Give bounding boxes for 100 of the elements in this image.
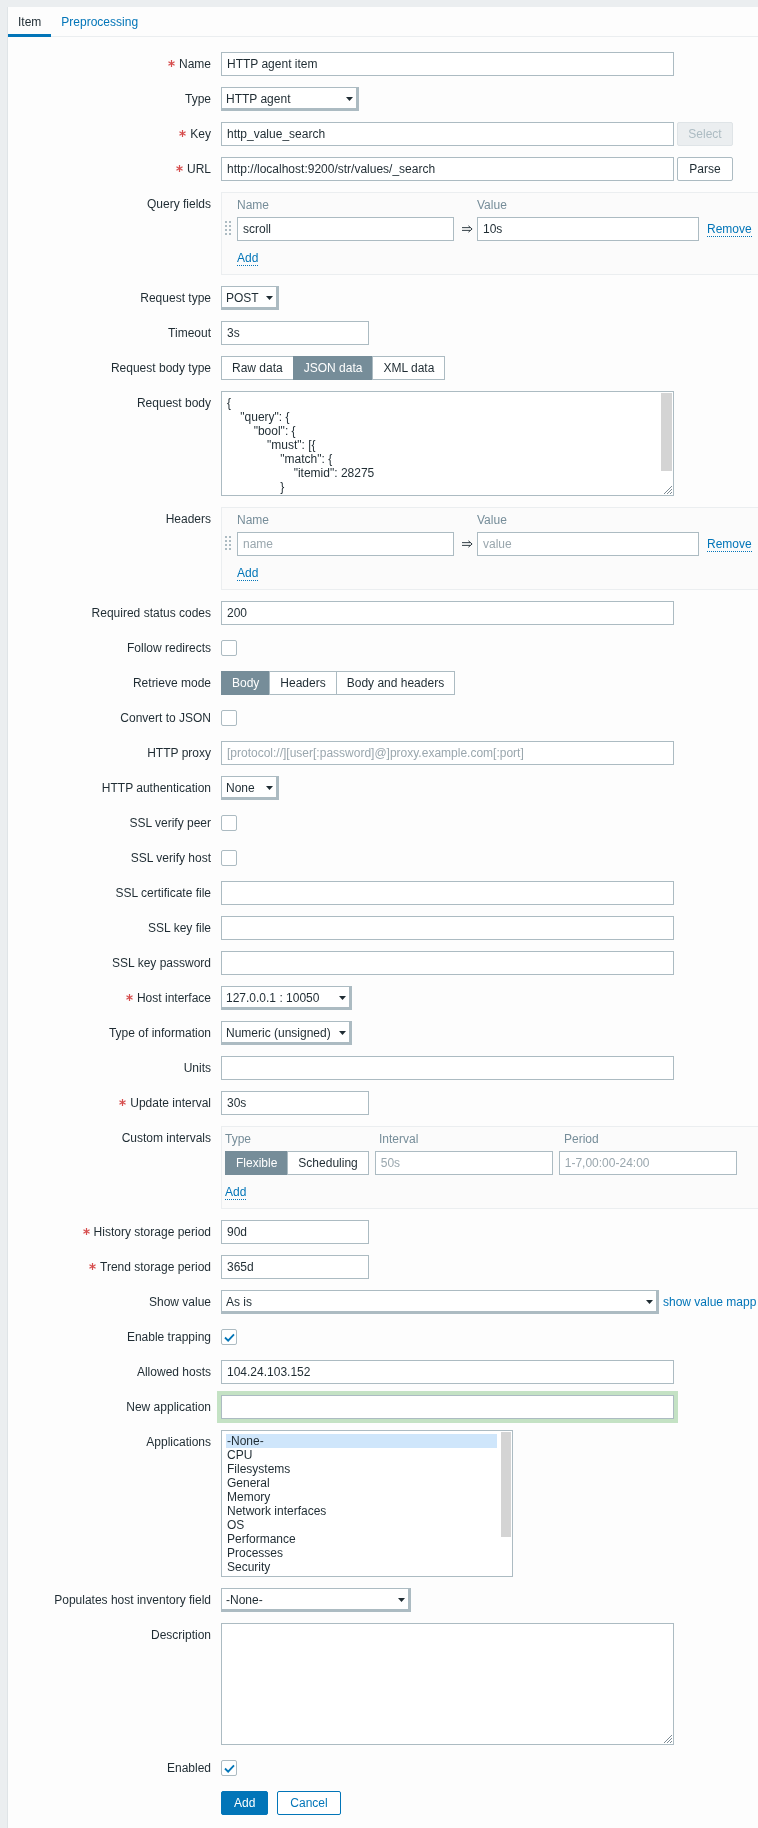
field-label: Name <box>179 57 211 71</box>
field-label: Request body type <box>110 361 211 375</box>
link[interactable]: show value mapp <box>663 1295 757 1309</box>
drag-handle-icon[interactable] <box>225 220 231 238</box>
toggle-button[interactable]: Scheduling <box>287 1151 369 1175</box>
list-option[interactable]: OS <box>226 1518 497 1532</box>
caret-icon <box>339 1031 346 1035</box>
field-label: Follow redirects <box>126 641 211 655</box>
field-label: Description <box>150 1628 211 1642</box>
list-option[interactable]: Performance <box>226 1532 497 1546</box>
checkbox[interactable] <box>221 710 237 726</box>
required-icon <box>89 1263 97 1270</box>
input-field[interactable]: 30s <box>221 1091 369 1115</box>
input-field[interactable]: 1-7,00:00-24:00 <box>558 1151 737 1175</box>
add-link[interactable]: Add <box>237 566 259 581</box>
input-field[interactable]: 104.24.103.152 <box>221 1360 674 1384</box>
field-label: Populates host inventory field <box>54 1593 211 1607</box>
add-link[interactable]: Add <box>225 1185 247 1200</box>
field-label: Retrieve mode <box>132 676 211 690</box>
remove-link[interactable]: Remove <box>707 536 752 552</box>
dropdown[interactable]: Numeric (unsigned) <box>221 1021 352 1045</box>
input-field[interactable]: http_value_search <box>221 122 674 146</box>
tab[interactable]: Item <box>8 7 52 37</box>
input-field[interactable]: 50s <box>374 1151 553 1175</box>
input-field[interactable]: 3s <box>221 321 369 345</box>
scrollbar[interactable] <box>661 393 672 471</box>
list-option[interactable]: Security <box>226 1560 497 1574</box>
input-field[interactable]: scroll <box>237 217 454 241</box>
checkbox[interactable] <box>221 1329 237 1345</box>
scrollbar[interactable] <box>501 1432 511 1537</box>
input-field[interactable] <box>221 881 674 905</box>
input-field[interactable]: 90d <box>221 1220 369 1244</box>
resize-grip-icon[interactable] <box>663 1734 672 1743</box>
input-field[interactable]: 200 <box>221 601 674 625</box>
text-area[interactable] <box>221 1623 674 1745</box>
list-option[interactable]: -None- <box>226 1434 497 1448</box>
dropdown[interactable]: POST <box>221 286 279 310</box>
field-label: SSL verify peer <box>129 816 211 830</box>
field-label: Update interval <box>130 1096 211 1110</box>
input-field[interactable]: 365d <box>221 1255 369 1279</box>
field-label: Query fields <box>146 197 211 211</box>
field-label: Type of information <box>108 1026 211 1040</box>
add-button[interactable]: Add <box>221 1791 269 1815</box>
column-header: Period <box>564 1131 599 1148</box>
checkbox[interactable] <box>221 850 237 866</box>
field-label: Type <box>185 92 211 106</box>
input-field[interactable]: http://localhost:9200/str/values/_search <box>221 157 674 181</box>
toggle-button[interactable]: Headers <box>269 671 337 695</box>
resize-grip-icon[interactable] <box>663 485 672 494</box>
input-field[interactable]: 10s <box>477 217 699 241</box>
field-label: History storage period <box>93 1225 211 1239</box>
checkbox[interactable] <box>221 815 237 831</box>
list-option[interactable]: Filesystems <box>226 1462 497 1476</box>
list-box[interactable]: -None- CPU Filesystems General Memory Network interfaces OS Performance Processes Security <box>221 1430 513 1577</box>
dropdown[interactable]: HTTP agent <box>221 87 359 111</box>
dropdown[interactable]: 127.0.0.1 : 10050 <box>221 986 352 1010</box>
column-header: Interval <box>379 1131 420 1148</box>
field-label: SSL verify host <box>130 851 211 865</box>
list-option[interactable]: Network interfaces <box>226 1504 497 1518</box>
drag-handle-icon[interactable] <box>225 535 231 553</box>
required-icon <box>125 994 133 1001</box>
toggle-button[interactable]: Raw data <box>221 356 294 380</box>
text-area[interactable]: { "query": { "bool": { "must": [{ "match": { "itemid": 28275 } <box>221 391 674 496</box>
toggle-button[interactable]: Body and headers <box>335 671 456 695</box>
required-icon <box>176 165 183 172</box>
input-field[interactable] <box>221 916 674 940</box>
required-icon <box>119 1099 127 1106</box>
dropdown[interactable]: -None- <box>221 1588 411 1612</box>
list-option[interactable]: General <box>226 1476 497 1490</box>
input-field[interactable]: HTTP agent item <box>221 52 674 76</box>
dropdown[interactable]: As is <box>221 1290 659 1314</box>
field-label: SSL certificate file <box>115 886 211 900</box>
remove-link[interactable]: Remove <box>707 221 752 237</box>
list-option[interactable]: Memory <box>226 1490 497 1504</box>
input-field[interactable] <box>221 1056 674 1080</box>
arrow-icon <box>462 225 473 233</box>
list-option[interactable]: CPU <box>226 1448 497 1462</box>
cancel-button[interactable]: Cancel <box>277 1791 341 1815</box>
tab[interactable]: Preprocessing <box>51 7 149 37</box>
field-label: Host interface <box>136 991 211 1005</box>
input-field[interactable]: name <box>237 532 454 556</box>
field-label: Show value <box>148 1295 211 1309</box>
input-field[interactable] <box>221 1395 674 1419</box>
field-label: Trend storage period <box>100 1260 211 1274</box>
add-link[interactable]: Add <box>237 251 259 266</box>
dropdown[interactable]: None <box>221 776 279 800</box>
list-option[interactable]: Processes <box>226 1546 497 1560</box>
column-header: Type <box>225 1131 252 1148</box>
field-label: Request type <box>140 291 211 305</box>
field-label: HTTP proxy <box>147 746 211 760</box>
input-field[interactable]: value <box>477 532 699 556</box>
input-field[interactable]: [protocol://][user[:password]@]proxy.example.com[:port] <box>221 741 674 765</box>
checkbox[interactable] <box>221 640 237 656</box>
toggle-button[interactable]: XML data <box>372 356 446 380</box>
button[interactable]: Parse <box>677 157 733 181</box>
column-header: Value <box>477 197 507 214</box>
input-field[interactable] <box>221 951 674 975</box>
checkbox[interactable] <box>221 1760 237 1776</box>
field-label: Enabled <box>166 1761 211 1775</box>
field-label: Headers <box>165 512 211 526</box>
